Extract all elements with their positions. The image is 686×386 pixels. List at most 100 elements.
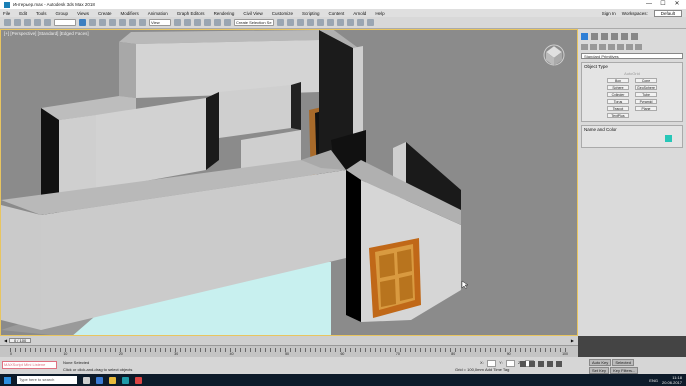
rendered-frame-window-icon[interactable] (357, 19, 364, 26)
menu-graph-editors[interactable]: Graph Editors (177, 11, 205, 16)
unlink-icon[interactable] (34, 19, 41, 26)
reference-coord-dropdown[interactable]: View (149, 19, 171, 26)
minimize-button[interactable]: — (642, 0, 656, 9)
select-by-name-icon[interactable] (89, 19, 96, 26)
link-icon[interactable] (24, 19, 31, 26)
perspective-viewport[interactable]: [+] [Perspective] [Standard] [Edged Face… (0, 29, 578, 336)
workspace-dropdown[interactable]: Default (653, 9, 682, 17)
angle-snap-icon[interactable] (194, 19, 201, 26)
autogrid-checkbox[interactable]: AutoGrid (582, 71, 682, 76)
spinner-snap-icon[interactable] (214, 19, 221, 26)
cylinder-button[interactable]: Cylinder (607, 92, 629, 97)
window-crossing-icon[interactable] (109, 19, 116, 26)
cameras-icon[interactable] (608, 44, 615, 50)
rectangular-selection-icon[interactable] (99, 19, 106, 26)
menu-content[interactable]: Content (329, 11, 345, 16)
taskbar-search[interactable]: Type here to search (17, 376, 77, 384)
menu-group[interactable]: Group (56, 11, 69, 16)
windows-start-icon[interactable] (4, 376, 11, 384)
teapot-button[interactable]: Teapot (607, 106, 629, 111)
pivot-icon[interactable] (174, 19, 181, 26)
create-tab-icon[interactable] (581, 33, 588, 40)
menu-views[interactable]: Views (77, 11, 89, 16)
set-key-button[interactable]: Set Key (589, 367, 610, 374)
sphere-button[interactable]: Sphere (607, 85, 629, 90)
named-selection-set-dropdown[interactable]: Create Selection Se (234, 19, 274, 26)
object-color-swatch[interactable] (665, 135, 672, 142)
move-icon[interactable] (119, 19, 126, 26)
tube-button[interactable]: Tube (635, 92, 657, 97)
hierarchy-tab-icon[interactable] (601, 33, 608, 40)
menu-customize[interactable]: Customize (272, 11, 293, 16)
snap-icon[interactable] (184, 19, 191, 26)
bind-space-warp-icon[interactable] (44, 19, 51, 26)
maxscript-listener-input[interactable]: MAXScript Mini Listene (2, 361, 57, 369)
mirror-icon[interactable] (277, 19, 284, 26)
menu-modifiers[interactable]: Modifiers (121, 11, 139, 16)
scene-explorer-icon[interactable] (297, 19, 304, 26)
layer-explorer-icon[interactable] (307, 19, 314, 26)
scale-icon[interactable] (139, 19, 146, 26)
3dsmax-taskbar-icon[interactable] (122, 376, 129, 384)
geometry-icon[interactable] (581, 44, 588, 50)
add-time-tag-button[interactable]: Add Time Tag (485, 367, 509, 372)
sign-in-link[interactable]: Sign In (602, 11, 616, 16)
prev-key-icon[interactable] (529, 361, 535, 367)
next-frame-icon[interactable]: ▶ (571, 338, 574, 343)
key-filters-button[interactable]: Key Filters... (610, 367, 639, 374)
box-button[interactable]: Box (607, 78, 629, 83)
x-field[interactable] (486, 360, 497, 367)
explorer-icon[interactable] (109, 376, 116, 384)
redo-icon[interactable] (14, 19, 21, 26)
textplus-button[interactable]: TextPlus (607, 113, 629, 118)
undo-icon[interactable] (4, 19, 11, 26)
prev-frame-icon[interactable]: ◀ (4, 338, 7, 343)
menu-file[interactable]: File (3, 11, 10, 16)
menu-scripting[interactable]: Scripting (302, 11, 320, 16)
goto-end-icon[interactable] (556, 361, 562, 367)
play-icon[interactable] (538, 361, 544, 367)
systems-icon[interactable] (635, 44, 642, 50)
cone-button[interactable]: Cone (635, 78, 657, 83)
menu-animation[interactable]: Animation (148, 11, 168, 16)
selection-filter-dropdown[interactable] (54, 19, 76, 26)
name-and-color-title[interactable]: Name and Color (582, 126, 682, 133)
next-key-icon[interactable] (547, 361, 553, 367)
select-object-icon[interactable] (79, 19, 86, 26)
goto-start-icon[interactable] (520, 361, 526, 367)
time-slider[interactable]: 0 / 100 (9, 338, 32, 343)
task-view-icon[interactable] (83, 376, 90, 384)
y-field[interactable] (505, 360, 516, 367)
menu-tools[interactable]: Tools (36, 11, 47, 16)
menu-arnold[interactable]: Arnold (353, 11, 366, 16)
menu-edit[interactable]: Edit (19, 11, 27, 16)
geosphere-button[interactable]: GeoSphere (635, 85, 657, 90)
material-editor-icon[interactable] (337, 19, 344, 26)
edit-named-selection-icon[interactable] (224, 19, 231, 26)
menu-rendering[interactable]: Rendering (214, 11, 235, 16)
menu-civil-view[interactable]: Civil View (243, 11, 262, 16)
space-warps-icon[interactable] (626, 44, 633, 50)
helpers-icon[interactable] (617, 44, 624, 50)
schematic-view-icon[interactable] (327, 19, 334, 26)
track-bar[interactable]: 0 10 20 30 40 50 60 70 80 90 100 (0, 345, 578, 357)
render-icon[interactable] (367, 19, 374, 26)
edge-icon[interactable] (96, 376, 103, 384)
menu-create[interactable]: Create (98, 11, 112, 16)
shapes-icon[interactable] (590, 44, 597, 50)
display-tab-icon[interactable] (621, 33, 628, 40)
app-icon[interactable] (135, 376, 142, 384)
percent-snap-icon[interactable] (204, 19, 211, 26)
curve-editor-icon[interactable] (317, 19, 324, 26)
maximize-button[interactable]: ☐ (656, 0, 670, 9)
language-indicator[interactable]: ENG (649, 378, 658, 383)
menu-help[interactable]: Help (375, 11, 384, 16)
close-button[interactable]: ✕ (670, 0, 684, 9)
utilities-tab-icon[interactable] (631, 33, 638, 40)
motion-tab-icon[interactable] (611, 33, 618, 40)
rotate-icon[interactable] (129, 19, 136, 26)
torus-button[interactable]: Torus (607, 99, 629, 104)
auto-key-button[interactable]: Auto Key (589, 359, 612, 366)
align-icon[interactable] (287, 19, 294, 26)
object-type-title[interactable]: Object Type (582, 63, 682, 70)
